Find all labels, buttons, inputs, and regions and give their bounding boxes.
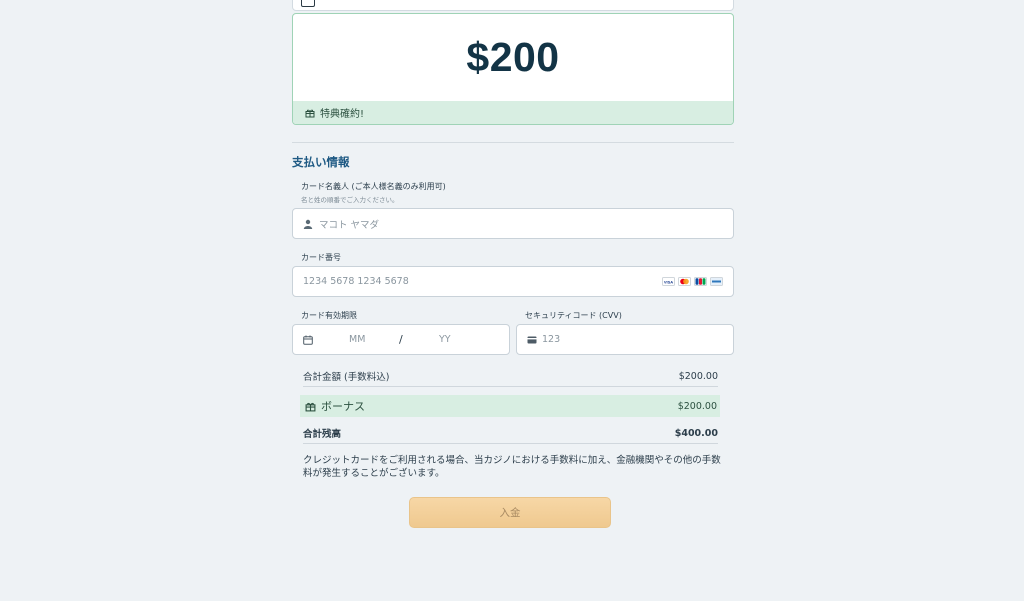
total-amount-label: 合計金額 (手数料込) [303,372,390,383]
total-balance-label: 合計残高 [303,429,342,440]
amount-card: $200 特典確約! [292,13,734,125]
bonus-guarantee-strip: 特典確約! [293,101,733,124]
card-brand-logos: VISA [662,277,723,286]
cardholder-input[interactable]: マコト ヤマダ [292,208,734,239]
fee-notice: クレジットカードをご利用される場合、当カジノにおける手数料に加え、金融機関やその… [303,455,721,479]
calendar-icon [303,335,313,345]
gift-icon [305,109,315,117]
expiry-month-placeholder[interactable]: MM [349,334,365,345]
total-amount-row: 合計金額 (手数料込) $200.00 [303,367,718,385]
expiry-year-placeholder[interactable]: YY [439,334,451,345]
cvv-input[interactable]: 123 [516,324,734,355]
card-number-placeholder: 1234 5678 1234 5678 [303,276,409,287]
cvv-label: セキュリティコード (CVV) [525,311,622,320]
cardholder-hint: 名と姓の順番でご入力ください。 [301,196,399,204]
deposit-amount: $200 [466,34,560,80]
bonus-guarantee-label: 特典確約! [320,109,365,120]
user-icon [303,219,313,229]
section-divider [292,142,734,143]
bonus-value: $200.00 [677,400,717,412]
amex-icon [710,277,723,286]
card-number-label: カード番号 [301,253,341,262]
expiry-input[interactable]: MM / YY [292,324,510,355]
total-balance-value: $400.00 [674,427,718,439]
credit-card-icon [527,336,537,343]
cvv-placeholder: 123 [542,334,561,345]
balance-divider [303,443,718,444]
bonus-row: ボーナス $200.00 [300,395,720,417]
cardholder-placeholder: マコト ヤマダ [319,219,380,231]
cardholder-label: カード名義人 (ご本人様名義のみ利用可) [301,182,446,191]
summary-divider [303,386,718,387]
previous-card-partial [292,0,734,11]
total-balance-row: 合計残高 $400.00 [303,424,718,442]
deposit-button[interactable]: 入金 [409,497,611,528]
jcb-icon [694,277,707,286]
bonus-label: ボーナス [321,400,365,413]
visa-icon: VISA [662,277,675,286]
svg-text:VISA: VISA [664,279,673,284]
payment-section-title: 支払い情報 [292,155,350,169]
gift-icon [305,402,316,411]
card-number-input[interactable]: 1234 5678 1234 5678 VISA [292,266,734,297]
expiry-separator: / [399,333,403,346]
mastercard-icon [678,277,691,286]
card-icon [301,0,315,7]
expiry-label: カード有効期限 [301,311,357,320]
total-amount-value: $200.00 [678,370,718,382]
